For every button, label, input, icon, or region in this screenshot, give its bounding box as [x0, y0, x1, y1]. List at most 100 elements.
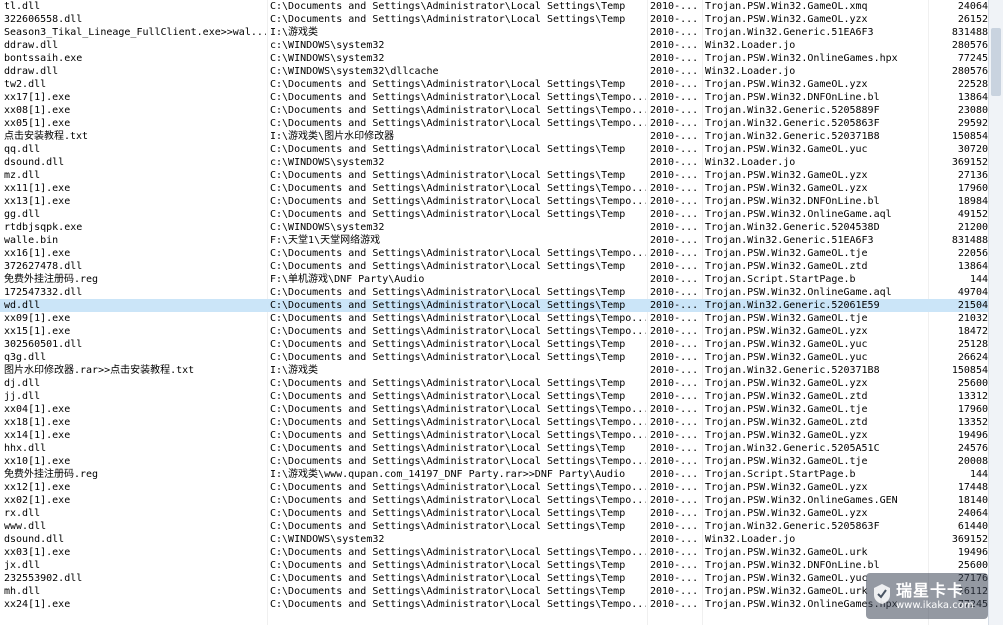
table-row[interactable]: xx11[1].exe C:\Documents and Settings\Adm…: [0, 182, 988, 195]
table-row[interactable]: tl.dll C:\Documents and Settings\Administ…: [0, 0, 988, 13]
file-size-cell: 144: [969, 274, 988, 285]
file-path-cell: C:\Documents and Settings\Administrator\…: [270, 508, 626, 519]
table-row[interactable]: 图片水印修改器.rar>>点击安装教程.txt I:\游戏类 2010-... Tro…: [0, 364, 988, 377]
file-size-cell: 369152: [951, 157, 988, 168]
date-cell: 2010-...: [650, 469, 699, 480]
table-row[interactable]: jj.dll C:\Documents and Settings\Administ…: [0, 390, 988, 403]
virus-name-cell: Trojan.Win32.Generic.520371B8: [705, 365, 880, 376]
table-row[interactable]: dj.dll C:\Documents and Settings\Administ…: [0, 377, 988, 390]
file-size-cell: 13352: [957, 417, 988, 428]
file-path-cell: I:\游戏类\图片水印修改器: [270, 131, 395, 142]
table-row[interactable]: 172547332.dll C:\Documents and Settings\A…: [0, 286, 988, 299]
file-path-cell: C:\Documents and Settings\Administrator\…: [270, 209, 626, 220]
table-row[interactable]: 302560501.dll C:\Documents and Settings\A…: [0, 338, 988, 351]
table-row[interactable]: mh.dll C:\Documents and Settings\Administ…: [0, 585, 988, 598]
table-row[interactable]: 点击安装教程.txt I:\游戏类\图片水印修改器 2010-... Trojan.W…: [0, 130, 988, 143]
table-row-selected[interactable]: wd.dll C:\Documents and Settings\Administ…: [0, 299, 988, 312]
file-path-cell: C:\Documents and Settings\Administrator\…: [270, 105, 646, 116]
table-row[interactable]: xx17[1].exe C:\Documents and Settings\Adm…: [0, 91, 988, 104]
file-size-cell: 77245: [957, 53, 988, 64]
table-row[interactable]: xx02[1].exe C:\Documents and Settings\Adm…: [0, 494, 988, 507]
virus-name-cell: Trojan.PSW.Win32.OnlineGame.aql: [705, 287, 892, 298]
file-path-cell: C:\Documents and Settings\Administrator\…: [270, 482, 646, 493]
date-cell: 2010-...: [650, 27, 699, 38]
table-row[interactable]: tw2.dll C:\Documents and Settings\Adminis…: [0, 78, 988, 91]
table-row[interactable]: walle.bin F:\天堂1\天堂网络游戏 2010-... Trojan.Win…: [0, 234, 988, 247]
file-size-cell: 49152: [957, 209, 988, 220]
date-cell: 2010-...: [650, 521, 699, 532]
table-row[interactable]: 372627478.dll C:\Documents and Settings\A…: [0, 260, 988, 273]
file-path-cell: I:\游戏类: [270, 365, 319, 376]
virus-name-cell: Win32.Loader.jo: [705, 40, 796, 51]
virus-name-cell: Trojan.PSW.Win32.GameOL.yzx: [705, 378, 868, 389]
table-row[interactable]: Season3_Tikal_Lineage_FullClient.exe>>wa…: [0, 26, 988, 39]
virus-name-cell: Trojan.Win32.Generic.5205863F: [705, 118, 880, 129]
virus-name-cell: Win32.Loader.jo: [705, 534, 796, 545]
file-size-cell: 13864: [957, 92, 988, 103]
scrollbar-thumb[interactable]: [991, 28, 1001, 96]
table-row[interactable]: www.dll C:\Documents and Settings\Adminis…: [0, 520, 988, 533]
table-row[interactable]: xx04[1].exe C:\Documents and Settings\Adm…: [0, 403, 988, 416]
table-row[interactable]: xx12[1].exe C:\Documents and Settings\Adm…: [0, 481, 988, 494]
vertical-scrollbar[interactable]: [988, 0, 1003, 625]
table-row[interactable]: xx13[1].exe C:\Documents and Settings\Adm…: [0, 195, 988, 208]
file-size-cell: 18472: [957, 326, 988, 337]
file-name-cell: Season3_Tikal_Lineage_FullClient.exe>>wa…: [4, 27, 266, 38]
table-row[interactable]: xx05[1].exe C:\Documents and Settings\Adm…: [0, 117, 988, 130]
virus-name-cell: Trojan.Win32.Generic.520371B8: [705, 131, 880, 142]
file-name-cell: xx16[1].exe: [4, 248, 71, 259]
table-row[interactable]: xx15[1].exe C:\Documents and Settings\Adm…: [0, 325, 988, 338]
table-row[interactable]: rx.dll C:\Documents and Settings\Administ…: [0, 507, 988, 520]
table-row[interactable]: jx.dll C:\Documents and Settings\Administ…: [0, 559, 988, 572]
table-row[interactable]: qq.dll C:\Documents and Settings\Administ…: [0, 143, 988, 156]
table-row[interactable]: bontssaih.exe C:\WINDOWS\system32 2010-...…: [0, 52, 988, 65]
file-name-cell: xx17[1].exe: [4, 92, 71, 103]
file-name-cell: mz.dll: [4, 170, 41, 181]
file-name-cell: xx05[1].exe: [4, 118, 71, 129]
table-row[interactable]: ddraw.dll C:\WINDOWS\system32\dllcache 201…: [0, 65, 988, 78]
file-name-cell: 点击安装教程.txt: [4, 131, 89, 142]
table-row[interactable]: xx14[1].exe C:\Documents and Settings\Adm…: [0, 429, 988, 442]
virus-name-cell: Trojan.Script.StartPage.b: [705, 469, 856, 480]
table-row[interactable]: xx18[1].exe C:\Documents and Settings\Adm…: [0, 416, 988, 429]
virus-name-cell: Trojan.PSW.Win32.GameOL.yzx: [705, 430, 868, 441]
file-size-cell: 280576: [951, 40, 988, 51]
file-size-cell: 24064: [957, 508, 988, 519]
table-row[interactable]: xx16[1].exe C:\Documents and Settings\Adm…: [0, 247, 988, 260]
virus-name-cell: Trojan.PSW.Win32.GameOL.yzx: [705, 79, 868, 90]
table-row[interactable]: xx10[1].exe C:\Documents and Settings\Adm…: [0, 455, 988, 468]
virus-name-cell: Trojan.Win32.Generic.51EA6F3: [705, 27, 874, 38]
log-rows: tl.dll C:\Documents and Settings\Administ…: [0, 0, 988, 611]
table-row[interactable]: dsound.dll C:\WINDOWS\system32 2010-... Win…: [0, 533, 988, 546]
table-row[interactable]: xx08[1].exe C:\Documents and Settings\Adm…: [0, 104, 988, 117]
file-name-cell: 免费外挂注册码.reg: [4, 274, 99, 285]
file-name-cell: xx02[1].exe: [4, 495, 71, 506]
file-size-cell: 20008: [957, 456, 988, 467]
table-row[interactable]: 232553902.dll C:\Documents and Settings\A…: [0, 572, 988, 585]
table-row[interactable]: xx24[1].exe C:\Documents and Settings\Adm…: [0, 598, 988, 611]
table-row[interactable]: hhx.dll C:\Documents and Settings\Adminis…: [0, 442, 988, 455]
table-row[interactable]: gg.dll C:\Documents and Settings\Administ…: [0, 208, 988, 221]
table-row[interactable]: ddraw.dll c:\WINDOWS\system32 2010-... Win3…: [0, 39, 988, 52]
table-row[interactable]: xx09[1].exe C:\Documents and Settings\Adm…: [0, 312, 988, 325]
file-path-cell: F:\天堂1\天堂网络游戏: [270, 235, 381, 246]
date-cell: 2010-...: [650, 261, 699, 272]
table-row[interactable]: rtdbjsqpk.exe C:\WINDOWS\system32 2010-...…: [0, 221, 988, 234]
table-row[interactable]: 322606558.dll C:\Documents and Settings\A…: [0, 13, 988, 26]
file-name-cell: dsound.dll: [4, 534, 65, 545]
table-row[interactable]: 免费外挂注册码.reg F:\单机游戏\DNF Party\Audio 2010-.…: [0, 273, 988, 286]
table-row[interactable]: q3g.dll C:\Documents and Settings\Adminis…: [0, 351, 988, 364]
table-row[interactable]: mz.dll C:\Documents and Settings\Administ…: [0, 169, 988, 182]
virus-name-cell: Trojan.PSW.Win32.GameOL.yuc: [705, 339, 868, 350]
file-size-cell: 19496: [957, 547, 988, 558]
file-path-cell: C:\Documents and Settings\Administrator\…: [270, 586, 626, 597]
file-size-cell: 150854: [951, 131, 988, 142]
table-row[interactable]: 免费外挂注册码.reg I:\游戏类\www.qupan.com_14197_DN…: [0, 468, 988, 481]
file-name-cell: ddraw.dll: [4, 40, 59, 51]
table-row[interactable]: dsound.dll c:\WINDOWS\system32 2010-... Win…: [0, 156, 988, 169]
file-path-cell: C:\Documents and Settings\Administrator\…: [270, 443, 626, 454]
virus-name-cell: Trojan.PSW.Win32.GameOL.ztd: [705, 391, 868, 402]
date-cell: 2010-...: [650, 495, 699, 506]
file-size-cell: 831488: [951, 235, 988, 246]
table-row[interactable]: xx03[1].exe C:\Documents and Settings\Adm…: [0, 546, 988, 559]
